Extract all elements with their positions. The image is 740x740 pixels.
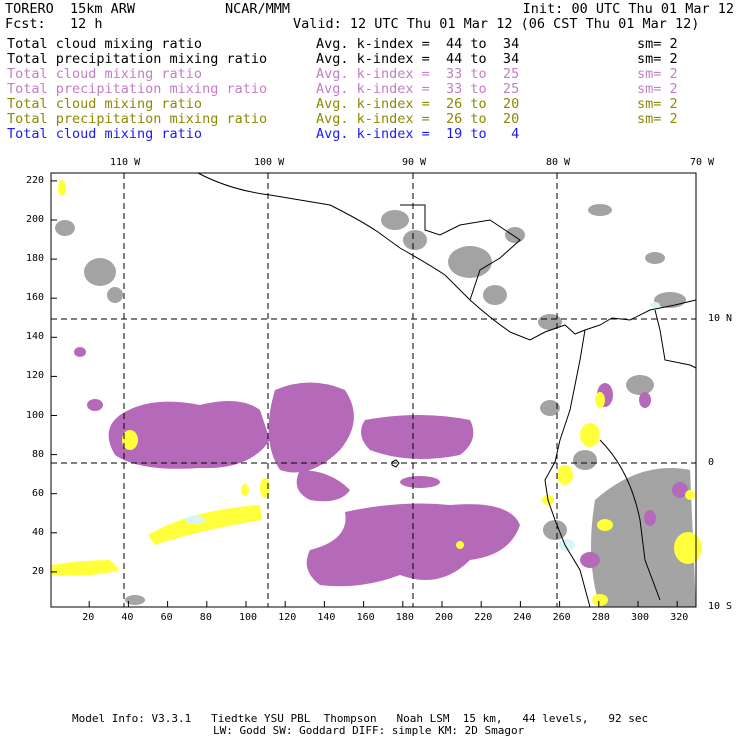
lon-label: 110 W bbox=[110, 157, 141, 168]
x-tick-label: 140 bbox=[317, 612, 336, 623]
x-tick-label: 200 bbox=[435, 612, 454, 623]
lon-label: 90 W bbox=[402, 157, 427, 168]
y-tick-label: 140 bbox=[26, 331, 45, 343]
lon-label: 70 W bbox=[690, 157, 715, 168]
y-tick-label: 80 bbox=[32, 448, 45, 460]
x-tick-label: 320 bbox=[670, 612, 689, 623]
x-tick-label: 160 bbox=[356, 612, 375, 623]
x-tick-label: 40 bbox=[121, 612, 134, 623]
x-tick-label: 20 bbox=[82, 612, 95, 623]
y-tick-label: 20 bbox=[32, 565, 45, 577]
y-tick-label: 160 bbox=[26, 292, 45, 304]
y-tick-label: 120 bbox=[26, 370, 45, 382]
weather-map bbox=[50, 172, 702, 608]
x-tick-label: 220 bbox=[474, 612, 493, 623]
lon-label: 80 W bbox=[546, 157, 571, 168]
x-tick-label: 300 bbox=[631, 612, 650, 623]
x-tick-label: 240 bbox=[513, 612, 532, 623]
model-info-line2: LW: Godd SW: Goddard DIFF: simple KM: 2D… bbox=[213, 724, 525, 737]
y-tick-label: 220 bbox=[26, 174, 45, 186]
y-tick-label: 200 bbox=[26, 214, 45, 225]
y-tick-label: 180 bbox=[26, 253, 45, 265]
x-tick-label: 100 bbox=[239, 612, 258, 623]
x-tick-label: 80 bbox=[199, 612, 212, 623]
x-tick-label: 180 bbox=[395, 612, 414, 623]
lat-label: 10 S bbox=[708, 601, 733, 612]
lat-label: 0 bbox=[708, 457, 715, 468]
y-tick-label: 60 bbox=[32, 487, 45, 499]
lon-label: 100 W bbox=[254, 157, 285, 168]
x-tick-label: 260 bbox=[552, 612, 571, 623]
x-tick-label: 280 bbox=[591, 612, 610, 623]
x-tick-label: 120 bbox=[278, 612, 297, 623]
y-tick-label: 100 bbox=[26, 409, 45, 421]
lat-label: 10 N bbox=[708, 313, 733, 324]
y-tick-label: 40 bbox=[32, 526, 45, 538]
x-tick-label: 60 bbox=[160, 612, 173, 623]
